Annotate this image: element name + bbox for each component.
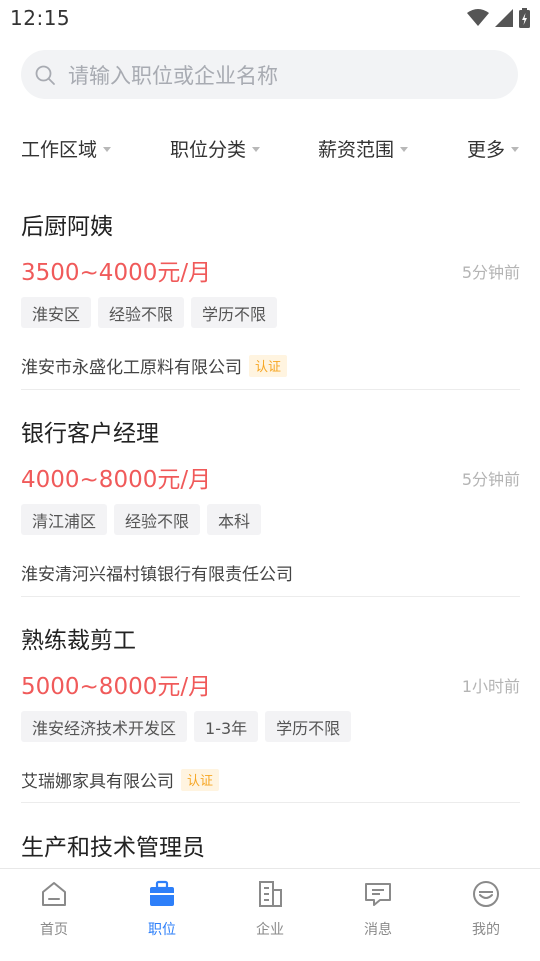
tab-label: 消息 (364, 922, 392, 938)
job-tag: 学历不限 (191, 297, 278, 328)
home-icon (42, 882, 66, 906)
filter-label: 工作区域 (21, 138, 98, 161)
tab-messages[interactable]: 消息 (324, 869, 432, 961)
building-icon (259, 881, 282, 907)
tab-company[interactable]: 企业 (216, 869, 324, 961)
company-name: 淮安市永盛化工原料有限公司 (21, 358, 242, 378)
caret-down-icon (511, 146, 520, 152)
company-name: 艾瑞娜家具有限公司 (21, 772, 174, 792)
status-time: 12:15 (10, 6, 71, 30)
job-tag: 淮安经济技术开发区 (21, 711, 188, 742)
search-icon (35, 65, 55, 85)
divider (21, 389, 520, 390)
tab-label: 职位 (148, 922, 176, 938)
job-posted-time: 5分钟前 (461, 470, 520, 489)
filter-salary-range[interactable]: 薪资范围 (318, 128, 409, 168)
job-company: 淮安市永盛化工原料有限公司 认证 (21, 353, 288, 378)
tab-label: 我的 (472, 922, 500, 938)
caret-down-icon (252, 146, 261, 152)
filter-label: 薪资范围 (318, 138, 395, 161)
job-tag: 本科 (207, 504, 262, 535)
divider (21, 802, 520, 803)
job-title: 后厨阿姨 (21, 214, 113, 240)
job-company: 艾瑞娜家具有限公司 认证 (21, 767, 220, 792)
job-title: 银行客户经理 (21, 421, 159, 447)
job-posted-time: 5分钟前 (461, 263, 520, 282)
job-company: 淮安清河兴福村镇银行有限责任公司 (21, 560, 293, 585)
message-icon (365, 883, 391, 906)
filter-label: 更多 (467, 138, 506, 161)
signal-icon (495, 9, 513, 27)
status-icons (467, 8, 530, 28)
divider (21, 596, 520, 597)
battery-icon (519, 8, 530, 28)
tab-home[interactable]: 首页 (0, 869, 108, 961)
filter-bar: 工作区域 职位分类 薪资范围 更多 (0, 128, 540, 168)
certified-badge: 认证 (249, 354, 288, 377)
job-salary: 5000~8000元/月 (21, 674, 212, 700)
status-bar: 12:15 (0, 0, 540, 36)
briefcase-icon (150, 880, 174, 906)
job-card[interactable]: 银行客户经理 4000~8000元/月 5分钟前 清江浦区 经验不限 本科 淮安… (21, 414, 520, 585)
tab-jobs[interactable]: 职位 (108, 869, 216, 961)
company-name: 淮安清河兴福村镇银行有限责任公司 (21, 565, 293, 585)
job-card[interactable]: 生产和技术管理员 (21, 828, 520, 868)
job-card[interactable]: 后厨阿姨 3500~4000元/月 5分钟前 淮安区 经验不限 学历不限 淮安市… (21, 207, 520, 378)
search-bar[interactable]: 请输入职位或企业名称 (21, 50, 518, 99)
filter-more[interactable]: 更多 (467, 128, 520, 168)
caret-down-icon (103, 146, 112, 152)
tab-label: 企业 (256, 922, 284, 938)
job-tag: 经验不限 (98, 297, 185, 328)
job-tag: 1-3年 (194, 711, 259, 742)
filter-work-area[interactable]: 工作区域 (21, 128, 112, 168)
tab-label: 首页 (40, 922, 68, 938)
certified-badge: 认证 (181, 768, 220, 791)
job-tags: 淮安经济技术开发区 1-3年 学历不限 (21, 711, 352, 742)
job-title: 熟练裁剪工 (21, 628, 136, 654)
job-tag: 清江浦区 (21, 504, 108, 535)
job-tag: 学历不限 (265, 711, 352, 742)
job-tag: 淮安区 (21, 297, 92, 328)
bottom-tab-bar: 首页 职位 企业 消息 我的 (0, 868, 540, 961)
search-input[interactable]: 请输入职位或企业名称 (68, 60, 278, 90)
profile-icon (473, 881, 499, 907)
job-tag: 经验不限 (114, 504, 201, 535)
tab-profile[interactable]: 我的 (432, 869, 540, 961)
wifi-icon (467, 9, 489, 26)
filter-label: 职位分类 (170, 138, 247, 161)
job-tags: 淮安区 经验不限 学历不限 (21, 297, 278, 328)
caret-down-icon (400, 146, 409, 152)
job-salary: 4000~8000元/月 (21, 467, 212, 493)
job-salary: 3500~4000元/月 (21, 260, 212, 286)
job-tags: 清江浦区 经验不限 本科 (21, 504, 262, 535)
job-title: 生产和技术管理员 (21, 835, 205, 861)
job-card[interactable]: 熟练裁剪工 5000~8000元/月 1小时前 淮安经济技术开发区 1-3年 学… (21, 621, 520, 792)
filter-job-category[interactable]: 职位分类 (170, 128, 261, 168)
job-posted-time: 1小时前 (461, 677, 520, 696)
